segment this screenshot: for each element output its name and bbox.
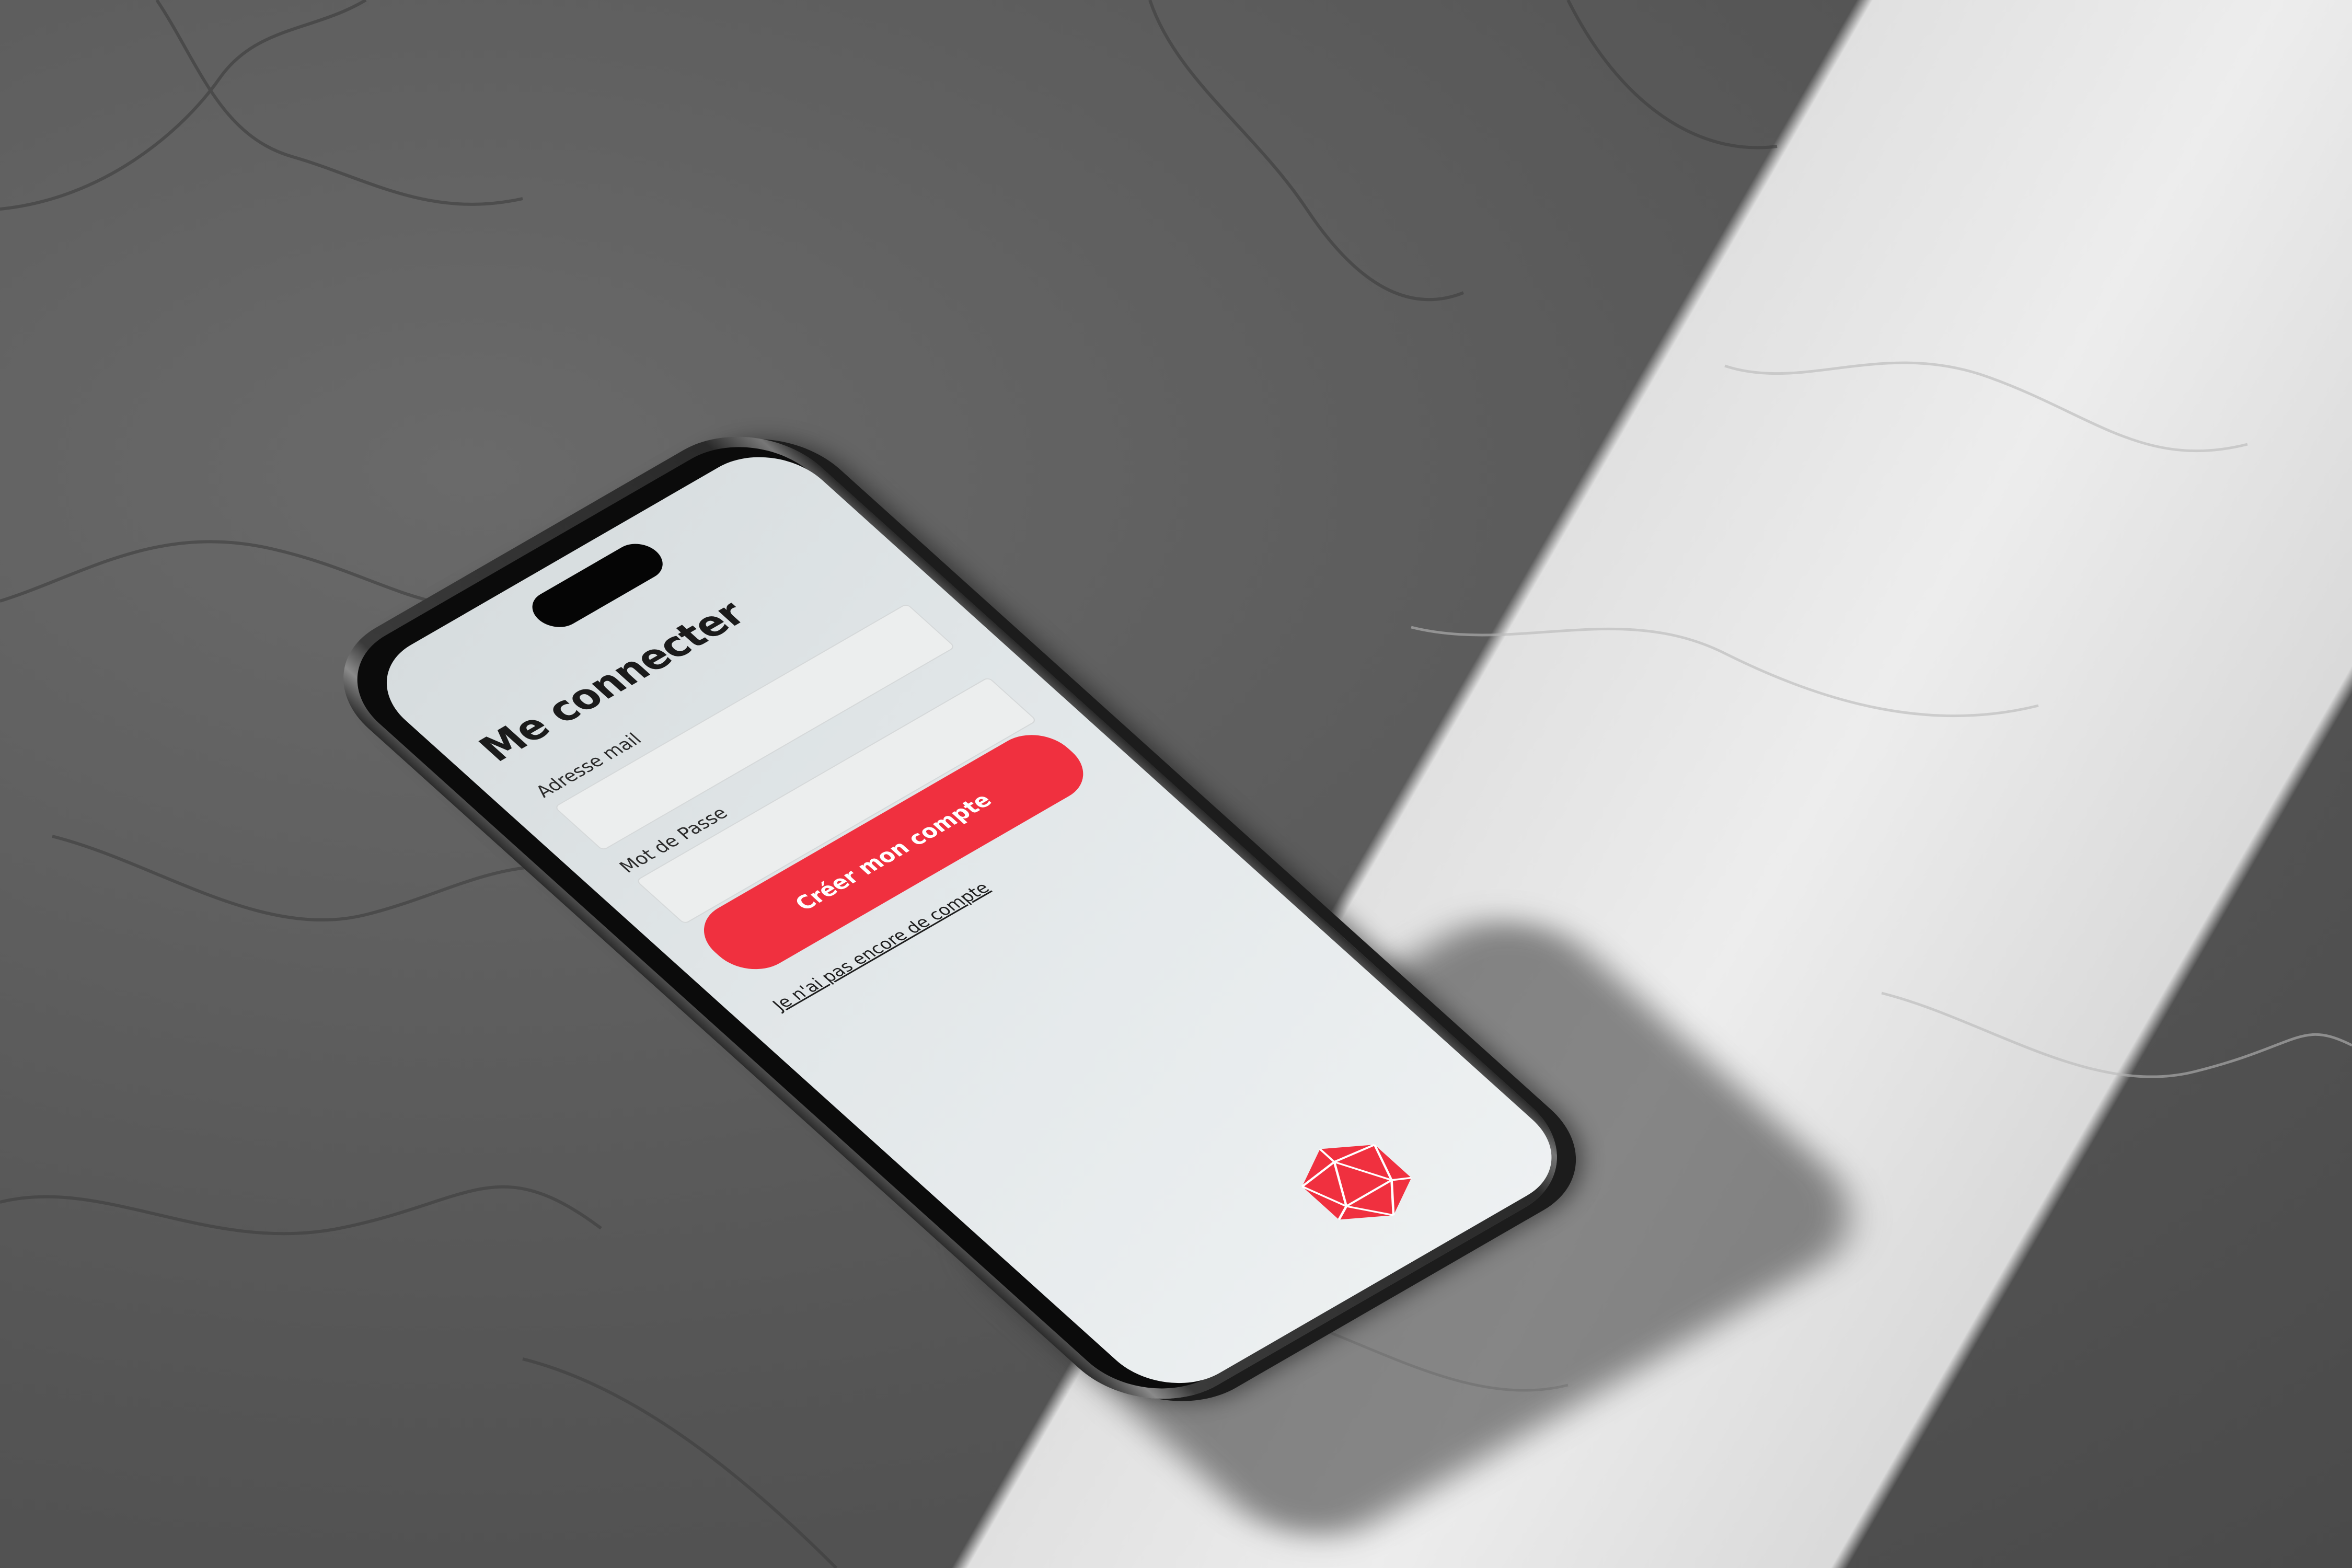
dynamic-island [522,537,673,635]
d20-polyhedron-icon [1301,1144,1412,1220]
mockup-scene: Me connecter Adresse mail Mot de Passe C… [0,0,2352,1568]
